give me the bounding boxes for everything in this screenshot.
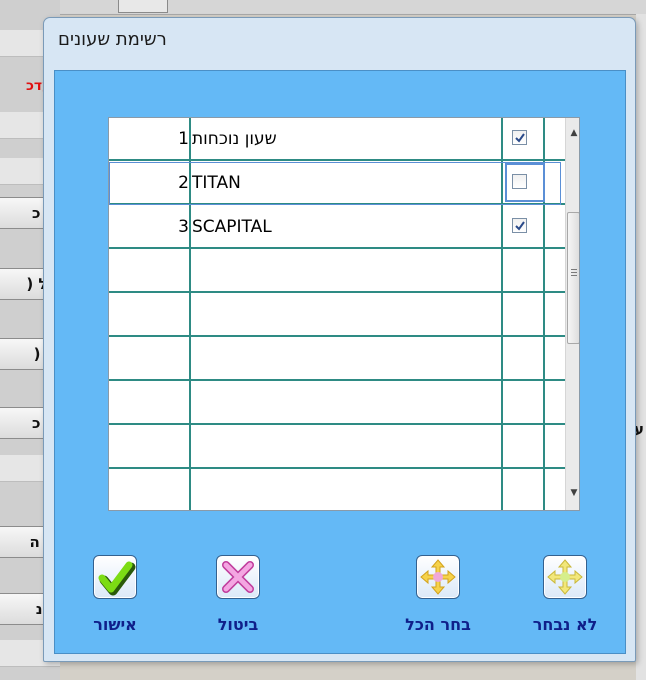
thumb-grip [571,275,577,276]
empty-row[interactable] [109,426,565,469]
row-checkbox[interactable] [512,130,527,145]
row-number: 1 [178,129,189,149]
row-checkbox[interactable] [512,174,527,189]
row-number: 3 [178,217,189,237]
select-none-button[interactable]: לא נבחר [520,547,610,647]
background-toolbar-button[interactable] [118,0,168,13]
empty-row[interactable] [109,338,565,381]
checkmark-icon [515,221,525,231]
background-right-strip [636,14,646,680]
checkmark-icon [93,555,137,599]
cancel-x-icon [216,555,260,599]
scroll-down-arrow-icon[interactable]: ▼ [566,484,579,502]
table-row[interactable]: 2 TITAN [109,162,565,205]
clocks-list-dialog: רשימת שעונים 1 שעון נוכחות 2 TITAN 3 SCA… [43,17,636,662]
clock-name: שעון נוכחות [192,129,277,149]
select-none-arrows-icon [543,555,587,599]
cancel-button-label: ביטול [217,615,259,634]
empty-row[interactable] [109,470,565,510]
ok-button-label: אישור [93,615,137,634]
scroll-thumb[interactable] [567,212,579,344]
select-all-button[interactable]: בחר הכל [393,547,483,647]
thumb-grip [571,272,577,273]
row-checkbox[interactable] [512,218,527,233]
clock-name: TITAN [192,173,241,193]
empty-row[interactable] [109,294,565,337]
empty-row[interactable] [109,382,565,425]
dialog-title-bar[interactable]: רשימת שעונים [44,18,635,62]
clock-name: SCAPITAL [192,217,272,237]
clocks-grid: 1 שעון נוכחות 2 TITAN 3 SCAPITAL ▲ ▼ [108,117,580,511]
checkmark-icon [515,133,525,143]
select-none-button-label: לא נבחר [532,615,598,634]
grid-scrollbar[interactable]: ▲ ▼ [565,118,579,510]
table-row[interactable]: 1 שעון נוכחות [109,118,565,161]
dialog-client-area: 1 שעון נוכחות 2 TITAN 3 SCAPITAL ▲ ▼ איש… [54,70,626,654]
scroll-up-arrow-icon[interactable]: ▲ [566,124,579,142]
ok-button[interactable]: אישור [70,547,160,647]
background-toolbar [0,0,646,15]
row-number: 2 [178,173,189,193]
cancel-button[interactable]: ביטול [193,547,283,647]
table-row[interactable]: 3 SCAPITAL [109,206,565,249]
thumb-grip [571,269,577,270]
dialog-title: רשימת שעונים [58,29,167,50]
select-all-button-label: בחר הכל [405,615,471,634]
select-all-arrows-icon [416,555,460,599]
empty-row[interactable] [109,250,565,293]
